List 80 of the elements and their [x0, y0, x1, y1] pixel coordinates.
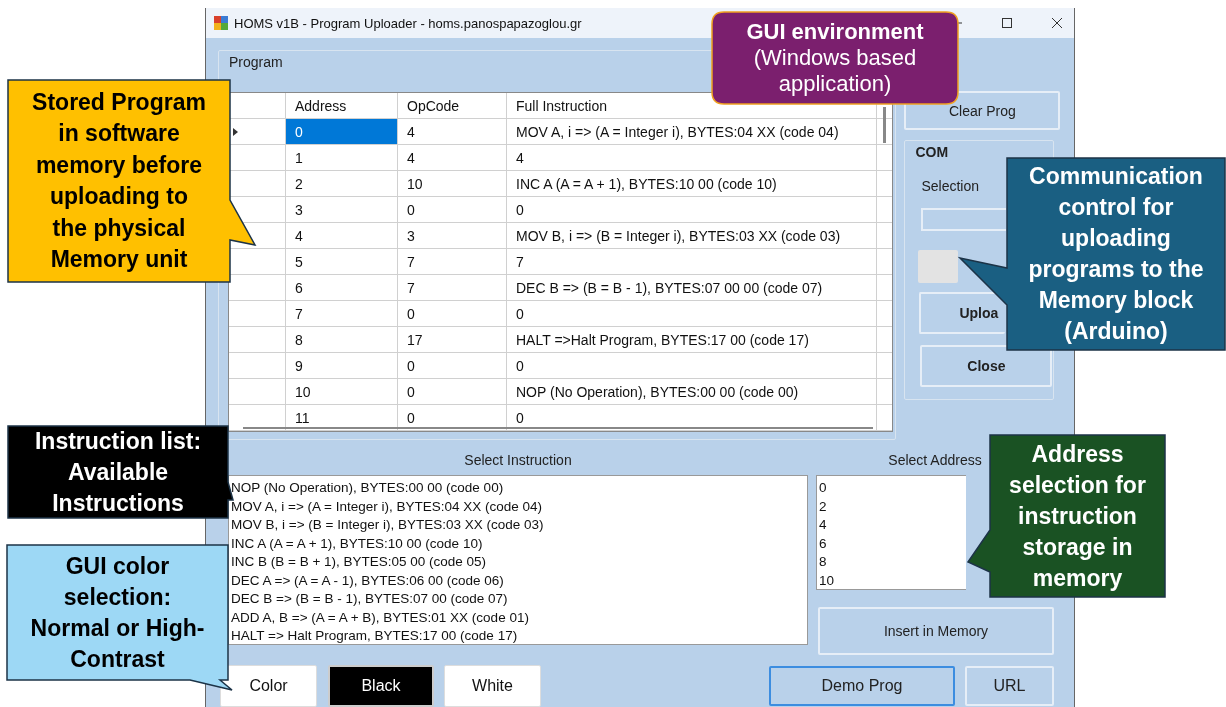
list-label: Select Instruction [464, 452, 572, 470]
list-item[interactable]: MOV B, i => (B = Integer i), BYTES:03 XX (code 03) [231, 516, 805, 535]
table-cell[interactable]: 3 [398, 223, 507, 248]
table-cell[interactable]: MOV B, i => (B = Integer i), BYTES:03 XX (code 03) [507, 223, 877, 248]
column-header[interactable]: Address [295, 97, 347, 114]
scrollbar-thumb[interactable] [883, 107, 886, 143]
table-cell[interactable]: 0 [398, 379, 507, 404]
table-cell[interactable]: NOP (No Operation), BYTES:00 00 (code 00) [507, 379, 877, 404]
color-mode-button[interactable]: White [444, 665, 541, 707]
column-header[interactable]: Full Instruction [516, 97, 608, 114]
table-cell[interactable]: 1 [286, 145, 398, 170]
current-row-icon [233, 127, 238, 136]
group-label: Program [227, 54, 285, 70]
table-cell[interactable]: 7 [398, 275, 507, 300]
callout-text: Instruction list: Available Instructions [34, 426, 202, 518]
list-item[interactable]: 6 [819, 534, 964, 553]
table-cell[interactable]: 7 [286, 301, 398, 326]
table-cell[interactable]: 5 [286, 249, 398, 274]
table-cell[interactable]: 6 [286, 275, 398, 300]
table-cell[interactable]: 0 [507, 301, 877, 326]
connect-button[interactable] [918, 250, 959, 283]
address-list[interactable]: 0 2 4 6 8 10 [816, 475, 966, 590]
table-cell[interactable]: 3 [286, 197, 398, 222]
port-dropdown[interactable] [921, 208, 1007, 231]
list-item[interactable]: 8 [819, 553, 964, 572]
list-item[interactable]: HALT => Halt Program, BYTES:17 00 (code 17) [231, 627, 805, 646]
callout-text: Address selection for instruction storage in memory [1009, 439, 1146, 593]
list-item[interactable]: DEC A => (A = A - 1), BYTES:06 00 (code 06) [231, 571, 805, 590]
table-cell[interactable]: 2 [286, 171, 398, 196]
list-item[interactable]: 10 [819, 571, 964, 590]
callout-text: Communication control for uploading programs to the Memory block (Arduino) [1028, 162, 1204, 346]
app-icon [214, 16, 228, 30]
table-cell[interactable]: DEC B => (B = B - 1), BYTES:07 00 00 (code 07) [507, 275, 877, 300]
insert-button[interactable]: Insert in Memory [818, 607, 1054, 655]
callout-text: GUI color selection: Normal or High- Contrast [30, 551, 205, 674]
color-mode-button[interactable]: Color [220, 665, 317, 707]
action-button[interactable]: URL [965, 666, 1054, 706]
list-item[interactable]: 0 [819, 479, 964, 498]
table-cell[interactable]: 10 [286, 379, 398, 404]
table-cell[interactable]: 4 [286, 223, 398, 248]
table-cell[interactable]: 4 [507, 145, 877, 170]
scrollbar-thumb[interactable] [243, 427, 873, 429]
table-cell[interactable]: 4 [398, 119, 507, 144]
callout-text: Stored Program in software memory before uploading to the physical Memory unit [32, 87, 206, 274]
table-cell[interactable]: 4 [398, 145, 507, 170]
selection-label: Selection [921, 178, 979, 194]
close-button[interactable]: Close [920, 345, 1053, 387]
table-cell[interactable]: INC A (A = A + 1), BYTES:10 00 (code 10) [507, 171, 877, 196]
list-item[interactable]: DEC B => (B = B - 1), BYTES:07 00 (code 07) [231, 590, 805, 609]
list-item[interactable]: NOP (No Operation), BYTES:00 00 (code 00) [231, 479, 805, 498]
window-title: HOMS v1B - Program Uploader - homs.panospapazoglou.gr [234, 15, 582, 31]
list-item[interactable]: ADD A, B => (A = A + B), BYTES:01 XX (code 01) [231, 608, 805, 627]
instruction-list[interactable] [228, 475, 808, 645]
table-cell[interactable]: 8 [286, 327, 398, 352]
column-header[interactable]: OpCode [407, 97, 460, 114]
close-icon[interactable] [1052, 18, 1062, 28]
table-cell[interactable]: MOV A, i => (A = Integer i), BYTES:04 XX (code 04) [507, 119, 877, 144]
table-cell[interactable]: 17 [398, 327, 507, 352]
table-cell[interactable]: 0 [398, 301, 507, 326]
table-cell[interactable]: 0 [507, 197, 877, 222]
table-cell[interactable]: 0 [398, 197, 507, 222]
list-item[interactable]: INC B (B = B + 1), BYTES:05 00 (code 05) [231, 553, 805, 572]
table-cell[interactable]: 10 [398, 171, 507, 196]
table-cell[interactable]: 0 [398, 353, 507, 378]
list-item[interactable]: 2 [819, 497, 964, 516]
list-item[interactable]: 4 [819, 516, 964, 535]
color-mode-button[interactable]: Black [328, 665, 434, 707]
table-cell[interactable]: 0 [507, 353, 877, 378]
table-cell[interactable]: 9 [286, 353, 398, 378]
list-item[interactable]: MOV A, i => (A = Integer i), BYTES:04 XX (code 04) [231, 497, 805, 516]
group-label: COM [913, 144, 951, 160]
table-cell[interactable]: HALT =>Halt Program, BYTES:17 00 (code 17) [507, 327, 877, 352]
list-item[interactable]: INC A (A = A + 1), BYTES:10 00 (code 10) [231, 534, 805, 553]
maximize-icon[interactable] [1002, 18, 1012, 28]
table-cell[interactable]: 7 [398, 249, 507, 274]
action-button[interactable]: Demo Prog [769, 666, 955, 706]
list-label: Select Address [888, 452, 982, 470]
table-cell[interactable]: 7 [507, 249, 877, 274]
upload-button[interactable]: Uploa [919, 292, 1006, 334]
table-cell[interactable]: 0 [286, 119, 398, 144]
